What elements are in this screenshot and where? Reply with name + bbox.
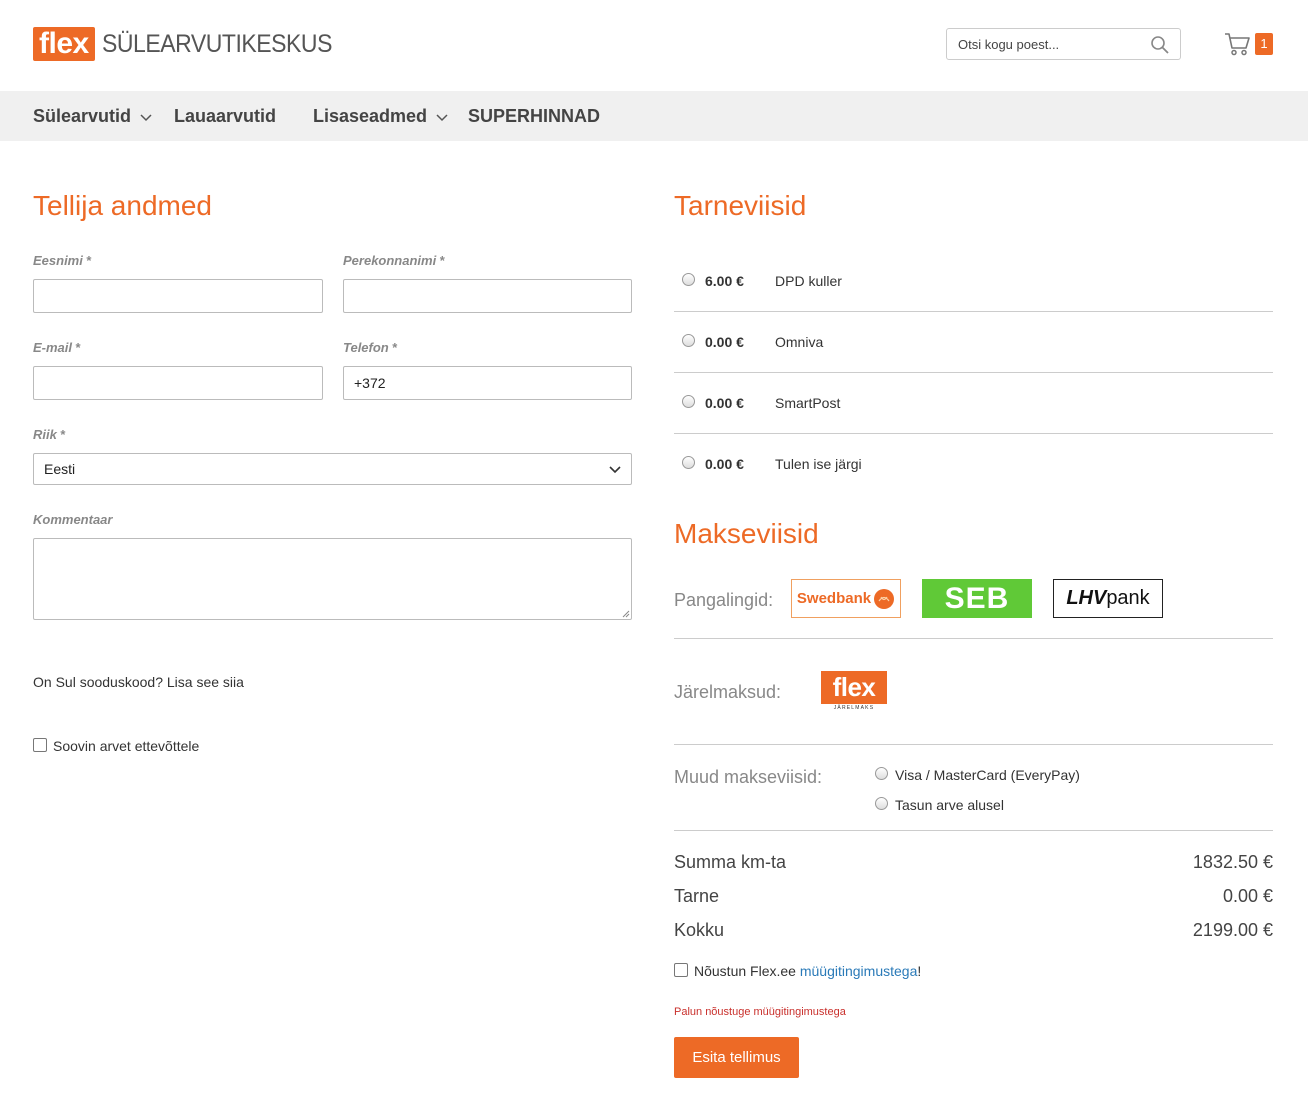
delivery-name: DPD kuller xyxy=(775,273,842,289)
first-name-field[interactable] xyxy=(33,279,323,313)
main-nav: Sülearvutid Lauaarvutid Lisaseadmed SUPE… xyxy=(0,91,1308,141)
first-name-label: Eesnimi * xyxy=(33,253,91,268)
delivery-radio[interactable] xyxy=(682,334,695,347)
search-box xyxy=(946,28,1181,60)
delivery-price: 6.00 € xyxy=(705,273,744,289)
chevron-down-icon xyxy=(140,113,152,121)
nav-item-label: Sülearvutid xyxy=(33,106,132,126)
delivery-price: 0.00 € xyxy=(705,395,744,411)
email-label: E-mail * xyxy=(33,340,81,355)
delivery-option[interactable]: 0.00 € Tulen ise järgi xyxy=(674,434,1273,495)
nav-item-lauaarvutid[interactable]: Lauaarvutid xyxy=(174,91,276,141)
swedbank-oak-icon xyxy=(874,588,895,609)
delivery-option[interactable]: 6.00 € DPD kuller xyxy=(674,251,1273,312)
divider xyxy=(674,830,1273,831)
submit-order-button[interactable]: Esita tellimus xyxy=(674,1037,799,1078)
search-icon[interactable] xyxy=(1150,35,1170,55)
terms-checkbox[interactable] xyxy=(674,963,688,977)
summary-value: 0.00 € xyxy=(1222,886,1273,906)
delivery-option[interactable]: 0.00 € Omniva xyxy=(674,312,1273,373)
seb-logo-text: SEB xyxy=(944,581,1010,615)
phone-field[interactable] xyxy=(343,366,632,400)
nav-item-sulearvutid[interactable]: Sülearvutid xyxy=(33,91,152,141)
nav-item-superhinnad[interactable]: SUPERHINNAD xyxy=(468,91,600,141)
customer-section-title: Tellija andmed xyxy=(33,190,212,221)
last-name-field[interactable] xyxy=(343,279,632,313)
divider xyxy=(674,638,1273,639)
country-select[interactable]: Eesti xyxy=(33,453,632,485)
logo-text: SÜLEARVUTIKESKUS xyxy=(101,29,332,58)
last-name-label: Perekonnanimi * xyxy=(343,253,445,268)
delivery-name: Tulen ise järgi xyxy=(775,456,862,472)
nav-item-label: SUPERHINNAD xyxy=(468,106,601,126)
chevron-down-icon xyxy=(436,113,448,121)
delivery-price: 0.00 € xyxy=(705,334,744,350)
terms-error-message: Palun nõustuge müügitingimustega xyxy=(674,1006,846,1018)
swedbank-logo-text: Swedbank xyxy=(796,590,872,607)
cart-button[interactable]: 1 xyxy=(1224,31,1274,59)
seb-button[interactable]: SEB xyxy=(922,579,1032,618)
delivery-section-title: Tarneviisid xyxy=(674,190,807,221)
invoice-radio[interactable] xyxy=(875,797,888,810)
payment-section-title: Makseviisid xyxy=(674,518,819,549)
summary-label: Tarne xyxy=(674,886,720,906)
comment-label: Kommentaar xyxy=(33,512,113,527)
delivery-option[interactable]: 0.00 € SmartPost xyxy=(674,373,1273,434)
summary-label: Summa km-ta xyxy=(674,852,787,872)
country-select-value: Eesti xyxy=(44,461,76,477)
divider xyxy=(674,744,1273,745)
flex-installment-sub: JÄRELMAKS xyxy=(833,705,875,711)
swedbank-button[interactable]: Swedbank xyxy=(791,579,901,618)
summary-total-value: 2199.00 € xyxy=(1192,920,1273,940)
visa-mastercard-radio[interactable] xyxy=(875,767,888,780)
company-invoice-label: Soovin arvet ettevõttele xyxy=(53,738,200,754)
terms-link[interactable]: müügitingimustega xyxy=(800,963,918,979)
search-input[interactable] xyxy=(947,29,1142,59)
delivery-name: Omniva xyxy=(775,334,824,350)
header: flex SÜLEARVUTIKESKUS 1 xyxy=(0,0,1308,91)
cart-count-badge: 1 xyxy=(1255,33,1273,55)
delivery-price: 0.00 € xyxy=(705,456,744,472)
country-label: Riik * xyxy=(33,427,65,442)
chevron-down-icon xyxy=(609,466,621,474)
installments-label: Järelmaksud: xyxy=(674,682,782,702)
phone-label: Telefon * xyxy=(343,340,397,355)
cart-icon xyxy=(1225,33,1250,56)
delivery-radio[interactable] xyxy=(682,456,695,469)
summary-value: 1832.50 € xyxy=(1192,852,1273,872)
comment-textarea[interactable] xyxy=(33,538,632,620)
promo-code-link[interactable]: On Sul sooduskood? Lisa see siia xyxy=(33,674,244,690)
flex-installment-button[interactable]: flex JÄRELMAKS xyxy=(821,671,887,711)
delivery-radio[interactable] xyxy=(682,273,695,286)
nav-item-lisaseadmed[interactable]: Lisaseadmed xyxy=(313,91,448,141)
lhv-logo-text: LHVpank xyxy=(1066,587,1150,609)
lhv-button[interactable]: LHVpank xyxy=(1053,579,1163,618)
resize-grip-icon[interactable] xyxy=(622,610,630,618)
delivery-radio[interactable] xyxy=(682,395,695,408)
nav-item-label: Lauaarvutid xyxy=(174,106,277,126)
site-logo[interactable]: flex SÜLEARVUTIKESKUS xyxy=(33,27,352,61)
flex-installment-logo: flex xyxy=(821,671,887,704)
logo-mark: flex xyxy=(33,27,95,61)
invoice-label: Tasun arve alusel xyxy=(895,797,1004,813)
other-payments-label: Muud makseviisid: xyxy=(674,767,823,787)
nav-item-label: Lisaseadmed xyxy=(313,106,428,126)
visa-mastercard-label: Visa / MasterCard (EveryPay) xyxy=(895,767,1080,783)
summary-label: Kokku xyxy=(674,920,725,940)
email-field[interactable] xyxy=(33,366,323,400)
company-invoice-checkbox[interactable] xyxy=(33,738,47,752)
terms-label: Nõustun Flex.ee müügitingimustega! xyxy=(694,963,922,979)
delivery-name: SmartPost xyxy=(775,395,841,411)
banklinks-label: Pangalingid: xyxy=(674,590,774,610)
